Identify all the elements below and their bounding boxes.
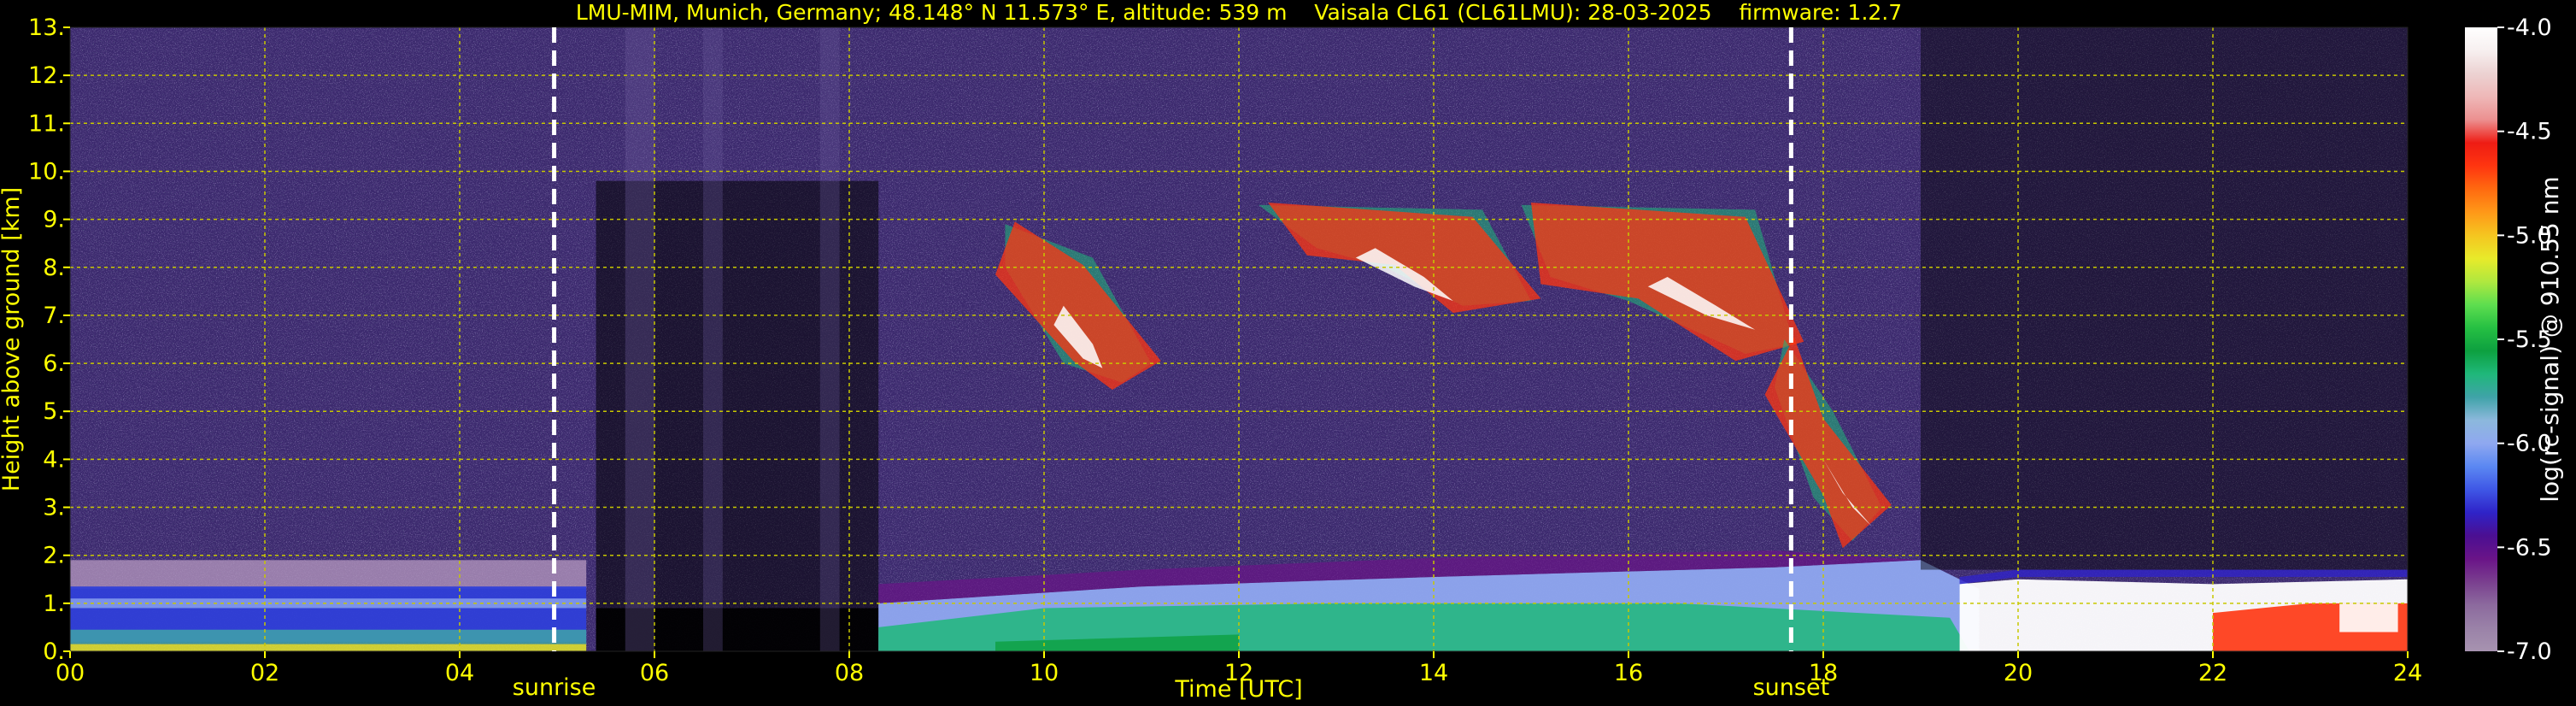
x-tick-label: 04 xyxy=(445,660,474,686)
chart-title: LMU-MIM, Munich, Germany; 48.148° N 11.5… xyxy=(576,0,1902,25)
colorbar: -4.0-4.5-5.0-5.5-6.0-6.5-7.0 log(rc-sign… xyxy=(2465,15,2564,665)
x-tick-label: 06 xyxy=(640,660,669,686)
x-tick-label: 14 xyxy=(1419,660,1448,686)
streak xyxy=(819,27,840,651)
colorbar-tick-label: -7.0 xyxy=(2507,638,2552,665)
sunrise-label: sunrise xyxy=(513,674,596,701)
x-tick-label: 20 xyxy=(2004,660,2033,686)
y-tick-label: 10. xyxy=(28,158,65,185)
colorbar-label: log(rc-signal) @ 910.55 nm xyxy=(2536,176,2564,502)
colorbar-tick-label: -4.0 xyxy=(2507,15,2552,41)
x-tick-label: 10 xyxy=(1030,660,1059,686)
y-tick-label: 12. xyxy=(28,62,65,89)
x-tick-label: 02 xyxy=(250,660,279,686)
y-tick-label: 1. xyxy=(43,591,65,617)
streak xyxy=(625,27,654,651)
y-tick-label: 7. xyxy=(43,303,65,329)
y-tick-label: 11. xyxy=(28,110,65,137)
x-tick-label: 18 xyxy=(1809,660,1838,686)
y-axis-label: Height above ground [km] xyxy=(0,187,25,491)
y-tick-label: 8. xyxy=(43,255,65,281)
x-axis-label: Time [UTC] xyxy=(1174,676,1302,703)
y-tick-label: 9. xyxy=(43,207,65,233)
x-tick-label: 08 xyxy=(835,660,864,686)
y-tick-label: 2. xyxy=(43,543,65,569)
streak xyxy=(703,27,723,651)
y-tick-label: 4. xyxy=(43,446,65,473)
night-region xyxy=(1921,27,2408,570)
plot-area xyxy=(70,27,2408,651)
x-tick-label: 00 xyxy=(56,660,85,686)
colorbar-gradient xyxy=(2465,27,2497,651)
y-axis-ticks: 0.1.2.3.4.5.6.7.8.9.10.11.12.13. xyxy=(28,15,70,665)
y-tick-label: 3. xyxy=(43,495,65,521)
colorbar-tick-label: -4.5 xyxy=(2507,119,2552,145)
y-tick-label: 13. xyxy=(28,15,65,41)
y-tick-label: 6. xyxy=(43,350,65,377)
residual-layer xyxy=(70,560,587,589)
x-tick-label: 16 xyxy=(1614,660,1643,686)
x-tick-label: 24 xyxy=(2393,660,2422,686)
ceilometer-chart: sunrise sunset 0.1.2.3.4.5.6.7.8.9.10.11.… xyxy=(0,0,2564,703)
x-tick-label: 22 xyxy=(2198,660,2227,686)
y-tick-label: 5. xyxy=(43,398,65,425)
surface-band xyxy=(70,644,587,651)
colorbar-tick-label: -6.5 xyxy=(2507,534,2552,561)
aerosol-core xyxy=(2339,603,2398,632)
surface-layer xyxy=(70,629,587,644)
